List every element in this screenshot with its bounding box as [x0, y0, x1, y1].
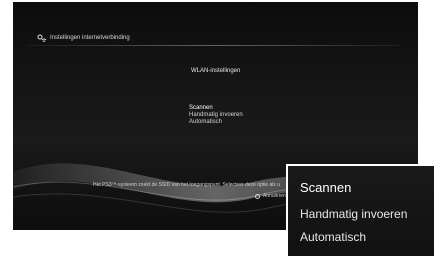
page-header: Instellingen internetverbinding — [37, 34, 130, 42]
zoom-inset: Scannen Handmatig invoeren Automatisch — [286, 164, 434, 256]
circle-button-icon — [255, 193, 260, 199]
header-divider — [29, 45, 401, 46]
help-text: Het PS3™-systeem zoekt de SSID van het t… — [93, 182, 281, 188]
menu-item-handmatig-invoeren[interactable]: Handmatig invoeren — [189, 112, 243, 119]
zoom-item-handmatig-invoeren: Handmatig invoeren — [300, 207, 408, 221]
section-title: WLAN-instellingen — [191, 68, 241, 74]
menu-item-automatisch[interactable]: Automatisch — [189, 119, 243, 126]
zoom-item-scannen: Scannen — [300, 180, 352, 195]
network-settings-icon — [37, 34, 47, 42]
zoom-item-automatisch: Automatisch — [300, 230, 367, 244]
wlan-options-menu: Scannen Handmatig invoeren Automatisch — [189, 105, 243, 126]
page-title: Instellingen internetverbinding — [50, 35, 130, 41]
menu-item-scannen[interactable]: Scannen — [189, 105, 243, 112]
cancel-label: Annuleren — [263, 193, 286, 199]
cancel-button[interactable]: Annuleren — [255, 193, 286, 199]
